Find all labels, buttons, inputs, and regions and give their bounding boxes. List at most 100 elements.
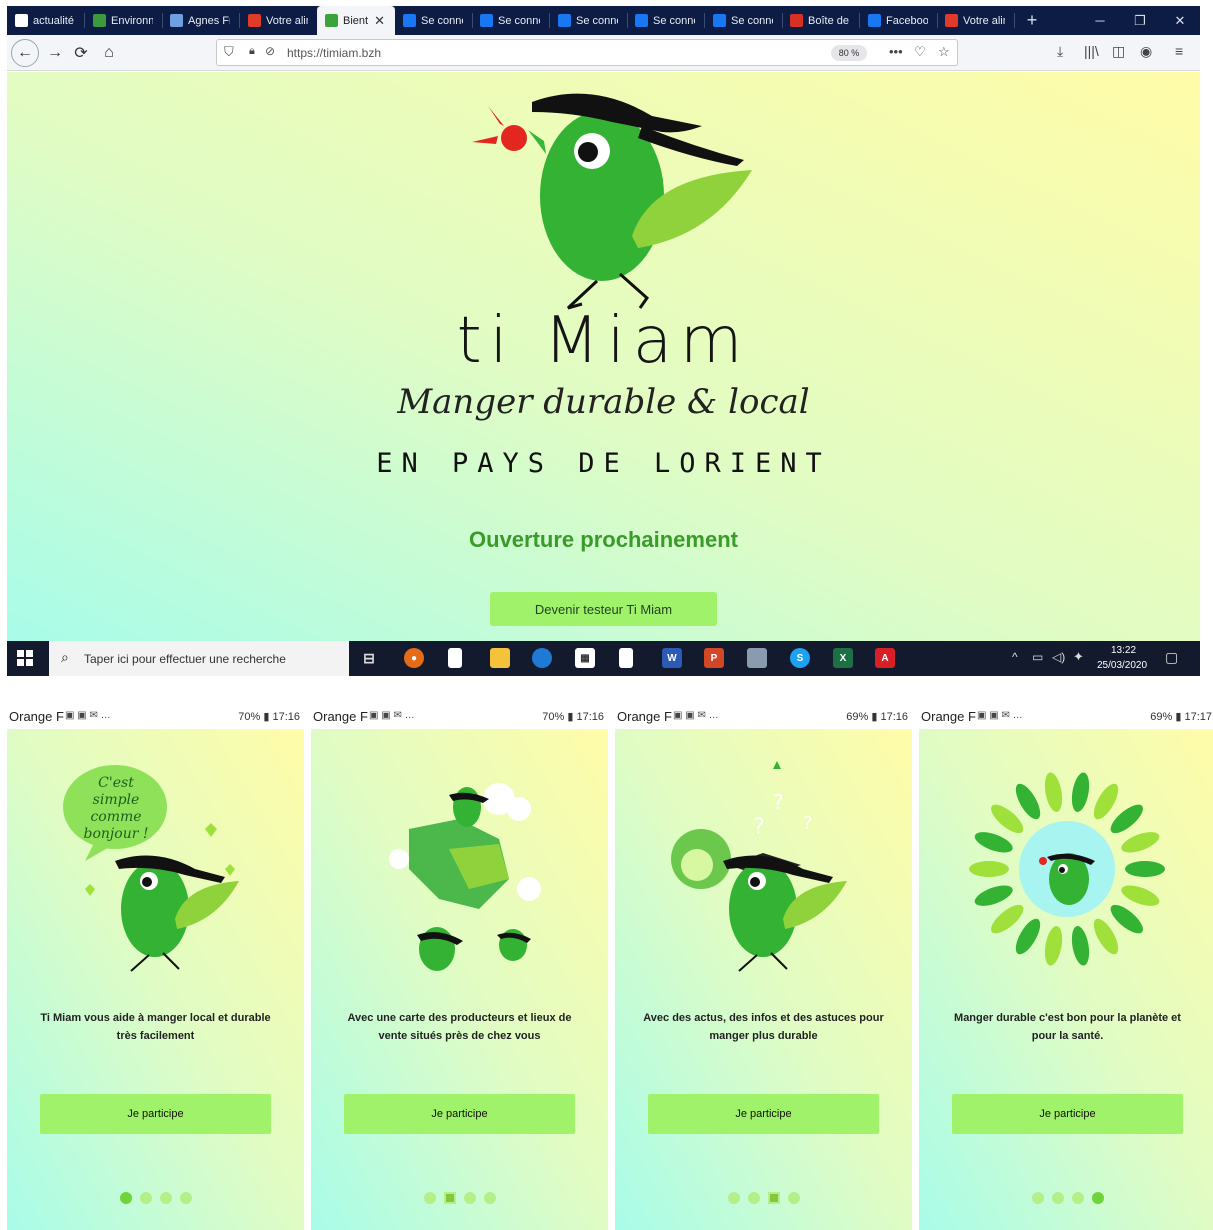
participate-button[interactable]: Je participe	[648, 1094, 879, 1134]
page-dot[interactable]	[159, 1192, 172, 1204]
page-dot[interactable]	[483, 1192, 496, 1204]
browser-tab[interactable]: Environn	[85, 6, 163, 35]
browser-tab[interactable]: actualité	[7, 6, 85, 35]
close-tab-icon[interactable]: ✕	[374, 13, 385, 29]
status-right: 69% ▮ 17:16	[846, 711, 908, 723]
browser-tab[interactable]: Se conne	[550, 6, 628, 35]
windows-start-icon[interactable]	[17, 650, 33, 666]
page-dot[interactable]	[423, 1192, 436, 1204]
skype-icon[interactable]: S	[790, 648, 810, 668]
minimize-button[interactable]: ─	[1080, 6, 1120, 35]
page-dot[interactable]	[463, 1192, 476, 1204]
opening-announcement: Ouverture prochainement	[469, 527, 738, 552]
phone-status-bar: Orange F ▣ ▣ ✉ … 69% ▮ 17:17	[919, 705, 1213, 729]
page-dot[interactable]	[1071, 1192, 1084, 1204]
taskbar-search-box[interactable]: ⌕ Taper ici pour effectuer une recherche	[49, 641, 349, 676]
onboarding-screen: Avec une carte des producteurs et lieux …	[311, 729, 608, 1230]
carrier-name: Orange F	[921, 709, 976, 724]
library-icon[interactable]: |||\	[1084, 43, 1099, 59]
producer-map-illustration	[389, 783, 541, 971]
menu-icon[interactable]: ≡	[1175, 43, 1183, 59]
document-icon[interactable]	[619, 648, 633, 668]
browser-tab[interactable]: Votre alim	[240, 6, 318, 35]
back-button[interactable]: ←	[11, 39, 39, 67]
facebook-icon	[558, 14, 571, 27]
reload-button[interactable]: ⟳	[67, 39, 95, 67]
word-icon[interactable]: W	[662, 648, 682, 668]
volume-icon[interactable]: ◁)	[1052, 650, 1065, 664]
page-dot[interactable]	[767, 1192, 780, 1204]
browser-tab-label: Se conne	[731, 14, 773, 27]
downloads-icon[interactable]: ⤓	[1057, 43, 1063, 60]
facebook-icon	[403, 14, 416, 27]
page-dot[interactable]	[139, 1192, 152, 1204]
sidebar-icon[interactable]: ◫	[1112, 43, 1125, 60]
acrobat-icon[interactable]: A	[875, 648, 895, 668]
site-region: EN PAYS DE LORIENT	[376, 448, 831, 479]
browser-tab-label: Faceboo	[886, 14, 928, 27]
onboarding-illustration: ? ? ?	[653, 749, 873, 979]
home-button[interactable]: ⌂	[95, 39, 123, 67]
clock-date[interactable]: 25/03/2020	[1097, 660, 1147, 671]
lock-icon[interactable]: 🔒︎	[249, 45, 255, 58]
page-dot[interactable]	[119, 1192, 132, 1204]
pocket-icon[interactable]: ♡	[914, 44, 926, 60]
page-dot[interactable]	[1051, 1192, 1064, 1204]
dropbox-icon[interactable]: ✦	[1073, 649, 1084, 665]
printer-icon[interactable]	[747, 648, 767, 668]
carrier-name: Orange F	[313, 709, 368, 724]
forward-button[interactable]: →	[41, 39, 69, 67]
page-dot[interactable]	[1031, 1192, 1044, 1204]
more-actions-icon[interactable]: •••	[889, 44, 903, 59]
onboarding-screen: Manger durable c'est bon pour la planète…	[919, 729, 1213, 1230]
address-bar[interactable]: ⛉ 🔒︎ ⊘ https://timiam.bzh 80 % ••• ♡ ☆	[216, 39, 958, 66]
browser-tab[interactable]: Bient ✕	[317, 6, 395, 35]
carrier-name: Orange F	[617, 709, 672, 724]
powerpoint-icon[interactable]: P	[704, 648, 724, 668]
page-dot[interactable]	[747, 1192, 760, 1204]
excel-icon[interactable]: X	[833, 648, 853, 668]
browser-tab[interactable]: Se conne	[627, 6, 705, 35]
taskbar-search-placeholder: Taper ici pour effectuer une recherche	[84, 652, 286, 666]
tray-chevron-icon[interactable]: ^	[1012, 650, 1018, 664]
page-dot[interactable]	[727, 1192, 740, 1204]
onboarding-screen: C'est simple comme bonjour ! Ti Miam vou…	[7, 729, 304, 1230]
zoom-level-badge[interactable]: 80 %	[831, 45, 867, 61]
file-icon[interactable]	[448, 648, 462, 668]
browser-tab-bar: actualité Environn Agnes Fr Votre alim Bient…	[7, 6, 1200, 35]
edge-icon[interactable]	[532, 648, 552, 668]
clock-time[interactable]: 13:22	[1111, 645, 1136, 656]
browser-tab[interactable]: Faceboo	[860, 6, 938, 35]
page-dot[interactable]	[443, 1192, 456, 1204]
browser-tab[interactable]: Se conne	[472, 6, 550, 35]
onboarding-illustration: C'est simple comme bonjour !	[45, 749, 265, 979]
page-indicator	[919, 1192, 1213, 1206]
onboarding-caption: Avec des actus, des infos et des astuces…	[643, 1012, 884, 1042]
restore-button[interactable]: ❐	[1120, 6, 1160, 35]
page-dot[interactable]	[1091, 1192, 1104, 1204]
notification-icon[interactable]: ▢	[1165, 649, 1178, 666]
browser-tab[interactable]: Agnes Fr	[162, 6, 240, 35]
battery-icon[interactable]: ▭	[1032, 650, 1043, 664]
become-tester-button[interactable]: Devenir testeur Ti Miam	[490, 592, 717, 626]
status-right: 70% ▮ 17:16	[542, 711, 604, 723]
browser-tab[interactable]: Boîte de	[782, 6, 860, 35]
account-icon[interactable]: ◉	[1140, 43, 1152, 60]
browser-tab[interactable]: Votre alim	[937, 6, 1015, 35]
participate-button[interactable]: Je participe	[40, 1094, 271, 1134]
shield-icon[interactable]: ⛉	[224, 44, 234, 60]
close-window-button[interactable]: ✕	[1160, 6, 1200, 35]
page-dot[interactable]	[179, 1192, 192, 1204]
browser-tab[interactable]: Se conne	[705, 6, 783, 35]
browser-tab[interactable]: Se conne	[395, 6, 473, 35]
task-view-icon[interactable]: ⊟	[359, 648, 379, 668]
participate-button[interactable]: Je participe	[344, 1094, 575, 1134]
firefox-icon[interactable]: ●	[404, 648, 424, 668]
new-tab-button[interactable]: +	[1019, 6, 1045, 35]
file-explorer-icon[interactable]	[490, 648, 510, 668]
bookmark-star-icon[interactable]: ☆	[938, 44, 950, 60]
store-icon[interactable]: ▦	[575, 648, 595, 668]
participate-button[interactable]: Je participe	[952, 1094, 1183, 1134]
permissions-icon[interactable]: ⊘	[265, 44, 275, 58]
page-dot[interactable]	[787, 1192, 800, 1204]
